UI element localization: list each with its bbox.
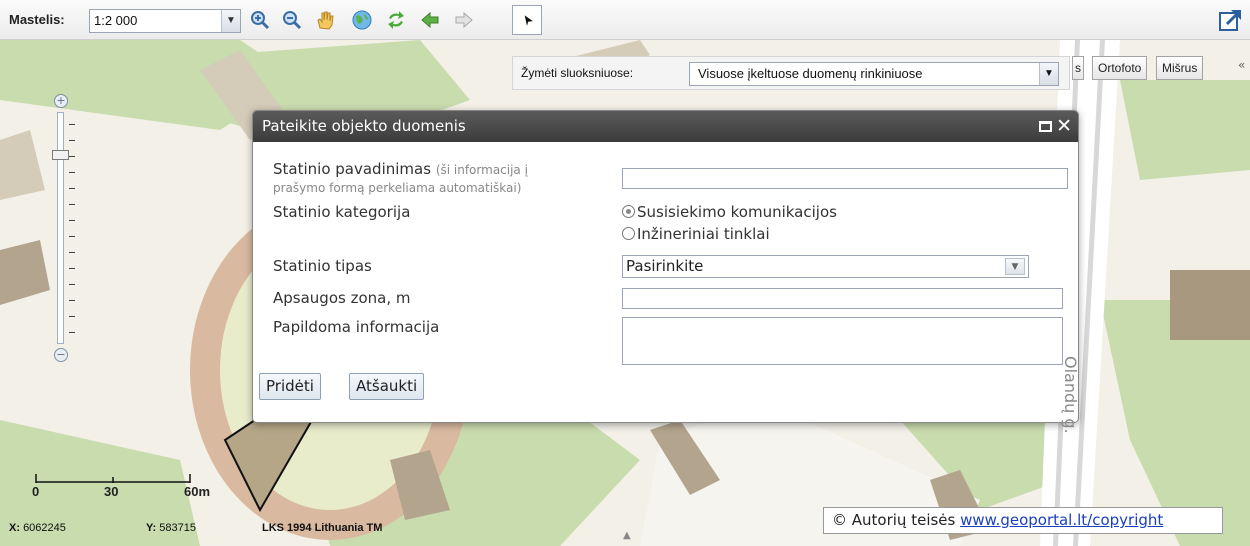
zoom-thumb[interactable]	[52, 150, 69, 160]
back-arrow-icon[interactable]	[418, 8, 442, 32]
street-label: Olandų g.	[1061, 356, 1080, 434]
scale-select[interactable]: 1:2 000 ▼	[89, 9, 241, 33]
info-textarea[interactable]	[622, 317, 1063, 365]
chevron-down-icon: ▼	[221, 10, 240, 32]
layer-selector-bar: Žymėti sluoksniuose: Visuose įkeltuose d…	[512, 56, 1070, 90]
scale-bar-tick-0: 0	[32, 484, 40, 499]
pointer-icon	[524, 15, 533, 26]
category-label: Statinio kategorija	[273, 203, 411, 221]
name-hint-2: prašymo formą perkeliama automatiškai)	[273, 181, 522, 195]
layer-select[interactable]: Visuose įkeltuose duomenų rinkiniuose ▼	[689, 62, 1059, 86]
name-label: Statinio pavadinimas	[273, 160, 432, 178]
dialog-title: Pateikite objekto duomenis	[262, 117, 466, 135]
copyright-box: © Autorių teisės www.geoportal.lt/copyri…	[823, 507, 1223, 534]
name-label-block: Statinio pavadinimas (ši informacija į p…	[273, 161, 528, 197]
chevron-down-icon: ▼	[1039, 63, 1058, 85]
globe-icon[interactable]	[350, 8, 374, 32]
zoom-minus-icon[interactable]: −	[54, 348, 68, 362]
radio-selected-icon	[622, 205, 635, 218]
zoom-in-icon[interactable]	[248, 8, 272, 32]
dialog-title-bar[interactable]: Pateikite objekto duomenis ✕	[253, 111, 1078, 142]
name-input[interactable]	[622, 168, 1068, 189]
zoom-plus-icon[interactable]: +	[54, 94, 68, 108]
refresh-icon[interactable]	[384, 8, 408, 32]
scale-label: Mastelis:	[9, 12, 65, 27]
object-data-dialog: Pateikite objekto duomenis ✕ Statinio pa…	[252, 110, 1079, 423]
zoom-out-icon[interactable]	[280, 8, 304, 32]
scale-bar-tick-60: 60m	[184, 484, 211, 499]
forward-arrow-icon[interactable]	[452, 8, 476, 32]
type-label: Statinio tipas	[273, 257, 372, 275]
category-option-2: Inžineriniai tinklai	[637, 225, 770, 243]
category-radio-susisiekimo[interactable]: Susisiekimo komunikacijos	[622, 203, 837, 221]
y-coordinate: Y: 583715	[146, 522, 196, 534]
pan-hand-icon[interactable]	[313, 8, 337, 32]
category-radio-inzineriniai[interactable]: Inžineriniai tinklai	[622, 225, 770, 243]
ortofoto-button[interactable]: Ortofoto	[1092, 56, 1148, 80]
type-select[interactable]: Pasirinkite ▼	[622, 255, 1029, 278]
zoom-track[interactable]	[57, 112, 64, 344]
misrus-button[interactable]: Mišrus	[1156, 56, 1204, 80]
add-button[interactable]: Pridėti	[259, 373, 321, 400]
zoom-slider[interactable]: + −	[50, 92, 82, 362]
export-icon[interactable]	[1218, 7, 1244, 33]
scale-bar-tick-30: 30	[104, 484, 119, 499]
collapse-arrow-icon[interactable]: «	[1238, 58, 1245, 72]
layer-select-value: Visuose įkeltuose duomenų rinkiniuose	[698, 66, 923, 81]
pan-up-arrow-icon[interactable]: ▲	[623, 530, 631, 541]
x-coordinate: X: 6062245	[9, 522, 66, 534]
copyright-text: © Autorių teisės	[832, 511, 956, 529]
copyright-link[interactable]: www.geoportal.lt/copyright	[960, 511, 1163, 529]
zone-input[interactable]	[622, 288, 1063, 309]
name-hint: (ši informacija į	[435, 163, 528, 177]
map-type-s-button[interactable]: s	[1072, 56, 1084, 80]
radio-unselected-icon	[622, 227, 635, 240]
chevron-down-icon: ▼	[1005, 258, 1025, 275]
scale-value: 1:2 000	[94, 13, 138, 28]
info-label: Papildoma informacija	[273, 318, 440, 336]
map-toolbar: Mastelis: 1:2 000 ▼	[0, 0, 1250, 40]
category-option-1: Susisiekimo komunikacijos	[637, 203, 837, 221]
close-icon[interactable]: ✕	[1056, 111, 1072, 142]
pointer-tool-button[interactable]	[512, 5, 542, 35]
zone-label: Apsaugos zona, m	[273, 289, 411, 307]
maximize-icon[interactable]	[1039, 121, 1052, 132]
type-select-value: Pasirinkite	[626, 257, 704, 275]
crs-label: LKS 1994 Lithuania TM	[262, 522, 383, 534]
layer-selector-label: Žymėti sluoksniuose:	[521, 66, 634, 80]
cancel-button[interactable]: Atšaukti	[349, 373, 425, 400]
